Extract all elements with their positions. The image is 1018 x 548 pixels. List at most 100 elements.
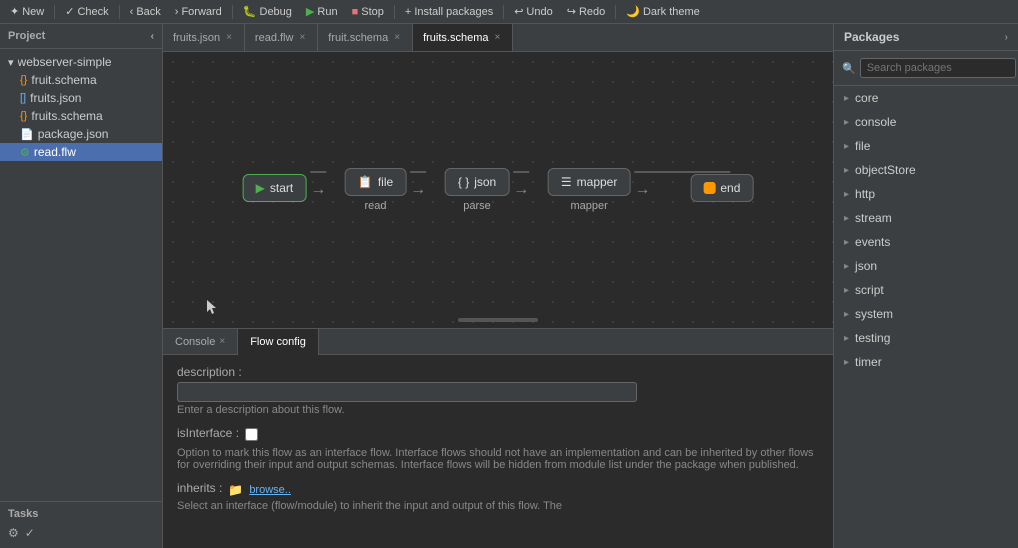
flow-node-end[interactable]: end <box>690 174 753 206</box>
node-label-text: start <box>270 181 293 195</box>
package-item-script[interactable]: ▸ script <box>834 278 1018 302</box>
package-item-objectStore[interactable]: ▸objectStore <box>834 158 1018 182</box>
flow-node-json[interactable]: { } json parse <box>445 168 509 212</box>
package-item-json[interactable]: ▸json <box>834 254 1018 278</box>
inherits-label: inherits : <box>177 481 222 495</box>
package-item-system[interactable]: ▸system <box>834 302 1018 326</box>
redo-button[interactable]: ↪ Redo <box>561 3 612 20</box>
node-sublabel: parse <box>463 200 491 212</box>
sidebar-item-fruit-schema[interactable]: {} fruit.schema <box>0 71 162 89</box>
new-icon: ✦ <box>10 5 19 18</box>
packages-header: Packages › <box>834 24 1018 51</box>
check-icon: ✓ <box>65 5 74 18</box>
chevron-right-icon: ▸ <box>844 237 849 248</box>
package-item-http[interactable]: ▸ http <box>834 182 1018 206</box>
sidebar-item-package-json[interactable]: 📄 package.json <box>0 125 162 143</box>
inherits-hint: Select an interface (flow/module) to inh… <box>177 500 819 512</box>
task-settings-icon[interactable]: ⚙ <box>8 526 19 540</box>
package-item-stream[interactable]: ▸stream <box>834 206 1018 230</box>
package-name: json <box>855 259 877 273</box>
tab-fruit-schema[interactable]: fruit.schema × <box>318 24 413 52</box>
flow-canvas[interactable]: ▶ start —→ 📋 file read —→ <box>163 52 833 328</box>
flow-node-mapper[interactable]: ☰ mapper mapper <box>548 168 630 212</box>
tab-close-icon[interactable]: × <box>492 31 502 44</box>
inherits-row: inherits : 📁 browse.. Select an interfac… <box>177 481 819 512</box>
undo-button[interactable]: ↩ Undo <box>508 3 559 20</box>
tasks-icons: ⚙ ✓ <box>8 524 154 542</box>
description-row: description : Enter a description about … <box>177 365 819 416</box>
package-item-console[interactable]: ▸console <box>834 110 1018 134</box>
tab-read-flw[interactable]: read.flw × <box>245 24 318 52</box>
back-button[interactable]: ‹ Back <box>124 4 167 20</box>
schema-icon: {} <box>20 110 27 122</box>
debug-button[interactable]: 🐛 Debug <box>237 3 298 20</box>
tab-label: fruit.schema <box>328 32 388 44</box>
sidebar-item-fruits-json[interactable]: [] fruits.json <box>0 89 162 107</box>
chevron-right-icon: ▸ <box>844 333 849 344</box>
sidebar-item-project[interactable]: ▾ webserver-simple <box>0 53 162 71</box>
chevron-right-icon: ▸ <box>844 285 849 296</box>
task-check-icon[interactable]: ✓ <box>25 526 35 540</box>
packages-search-input[interactable] <box>860 58 1016 78</box>
tree-item-label: fruit.schema <box>31 73 154 87</box>
is-interface-row: isInterface : Option to mark this flow a… <box>177 426 819 471</box>
redo-icon: ↪ <box>567 5 576 18</box>
node-label-text: file <box>378 175 393 189</box>
description-hint: Enter a description about this flow. <box>177 404 819 416</box>
package-item-core[interactable]: ▸core <box>834 86 1018 110</box>
sep4 <box>394 5 395 19</box>
package-item-timer[interactable]: ▸timer <box>834 350 1018 374</box>
package-name: http <box>855 187 875 201</box>
flow-node-file[interactable]: 📋 file read <box>345 168 406 212</box>
tab-fruits-schema[interactable]: fruits.schema × <box>413 24 513 52</box>
package-item-events[interactable]: ▸ events <box>834 230 1018 254</box>
chevron-right-icon: ▸ <box>844 189 849 200</box>
inherits-folder-icon: 📁 <box>228 483 243 497</box>
bottom-tab-label: Flow config <box>250 336 306 348</box>
package-item-file[interactable]: ▸file <box>834 134 1018 158</box>
schema-icon: {} <box>20 74 27 86</box>
sidebar-header: Project ‹ <box>0 24 162 49</box>
is-interface-checkbox[interactable] <box>245 428 258 441</box>
flow-diagram: ▶ start —→ 📋 file read —→ <box>243 163 754 217</box>
console-tab-close-icon[interactable]: × <box>219 336 225 347</box>
new-button[interactable]: ✦ New <box>4 3 50 20</box>
bottom-tab-label: Console <box>175 336 215 348</box>
bottom-tab-flow-config[interactable]: Flow config <box>238 329 319 355</box>
install-packages-button[interactable]: + Install packages <box>399 4 499 20</box>
sidebar-item-read-flw[interactable]: ⚙ read.flw <box>0 143 162 161</box>
description-input[interactable] <box>177 382 637 402</box>
sidebar-item-fruits-schema[interactable]: {} fruits.schema <box>0 107 162 125</box>
tasks-section: Tasks ⚙ ✓ <box>0 501 162 548</box>
flow-arrow: —→ <box>509 163 548 199</box>
tab-fruits-json[interactable]: fruits.json × <box>163 24 245 52</box>
chevron-right-icon: ▸ <box>844 357 849 368</box>
stop-button[interactable]: ■ Stop <box>346 4 390 20</box>
chevron-right-icon: ▸ <box>844 309 849 320</box>
tasks-label: Tasks <box>8 508 154 520</box>
end-dot-icon <box>703 182 715 194</box>
package-name: script <box>855 283 884 297</box>
dark-theme-button[interactable]: 🌙 Dark theme <box>620 3 706 20</box>
sidebar-tree: ▾ webserver-simple {} fruit.schema [] fr… <box>0 49 162 501</box>
check-button[interactable]: ✓ Check <box>59 3 114 20</box>
package-name: events <box>855 235 890 249</box>
tab-close-icon[interactable]: × <box>392 31 402 44</box>
package-item-testing[interactable]: ▸testing <box>834 326 1018 350</box>
flow-config-content: description : Enter a description about … <box>163 355 833 548</box>
inherits-browse-button[interactable]: browse.. <box>249 484 291 496</box>
flow-icon: ⚙ <box>20 146 30 159</box>
canvas-scrollbar[interactable] <box>458 318 538 322</box>
main-area: Project ‹ ▾ webserver-simple {} fruit.sc… <box>0 24 1018 548</box>
sidebar-collapse-icon[interactable]: ‹ <box>151 31 154 42</box>
packages-title: Packages <box>844 30 899 44</box>
tab-close-icon[interactable]: × <box>297 31 307 44</box>
tab-close-icon[interactable]: × <box>224 31 234 44</box>
run-button[interactable]: ▶ Run <box>300 3 344 20</box>
chevron-right-icon: ▸ <box>844 93 849 104</box>
forward-button[interactable]: › Forward <box>169 4 228 20</box>
packages-expand-icon[interactable]: › <box>1005 32 1008 43</box>
flow-node-start[interactable]: ▶ start <box>243 174 307 206</box>
tree-item-label: fruits.schema <box>31 109 154 123</box>
bottom-tab-console[interactable]: Console × <box>163 329 238 355</box>
